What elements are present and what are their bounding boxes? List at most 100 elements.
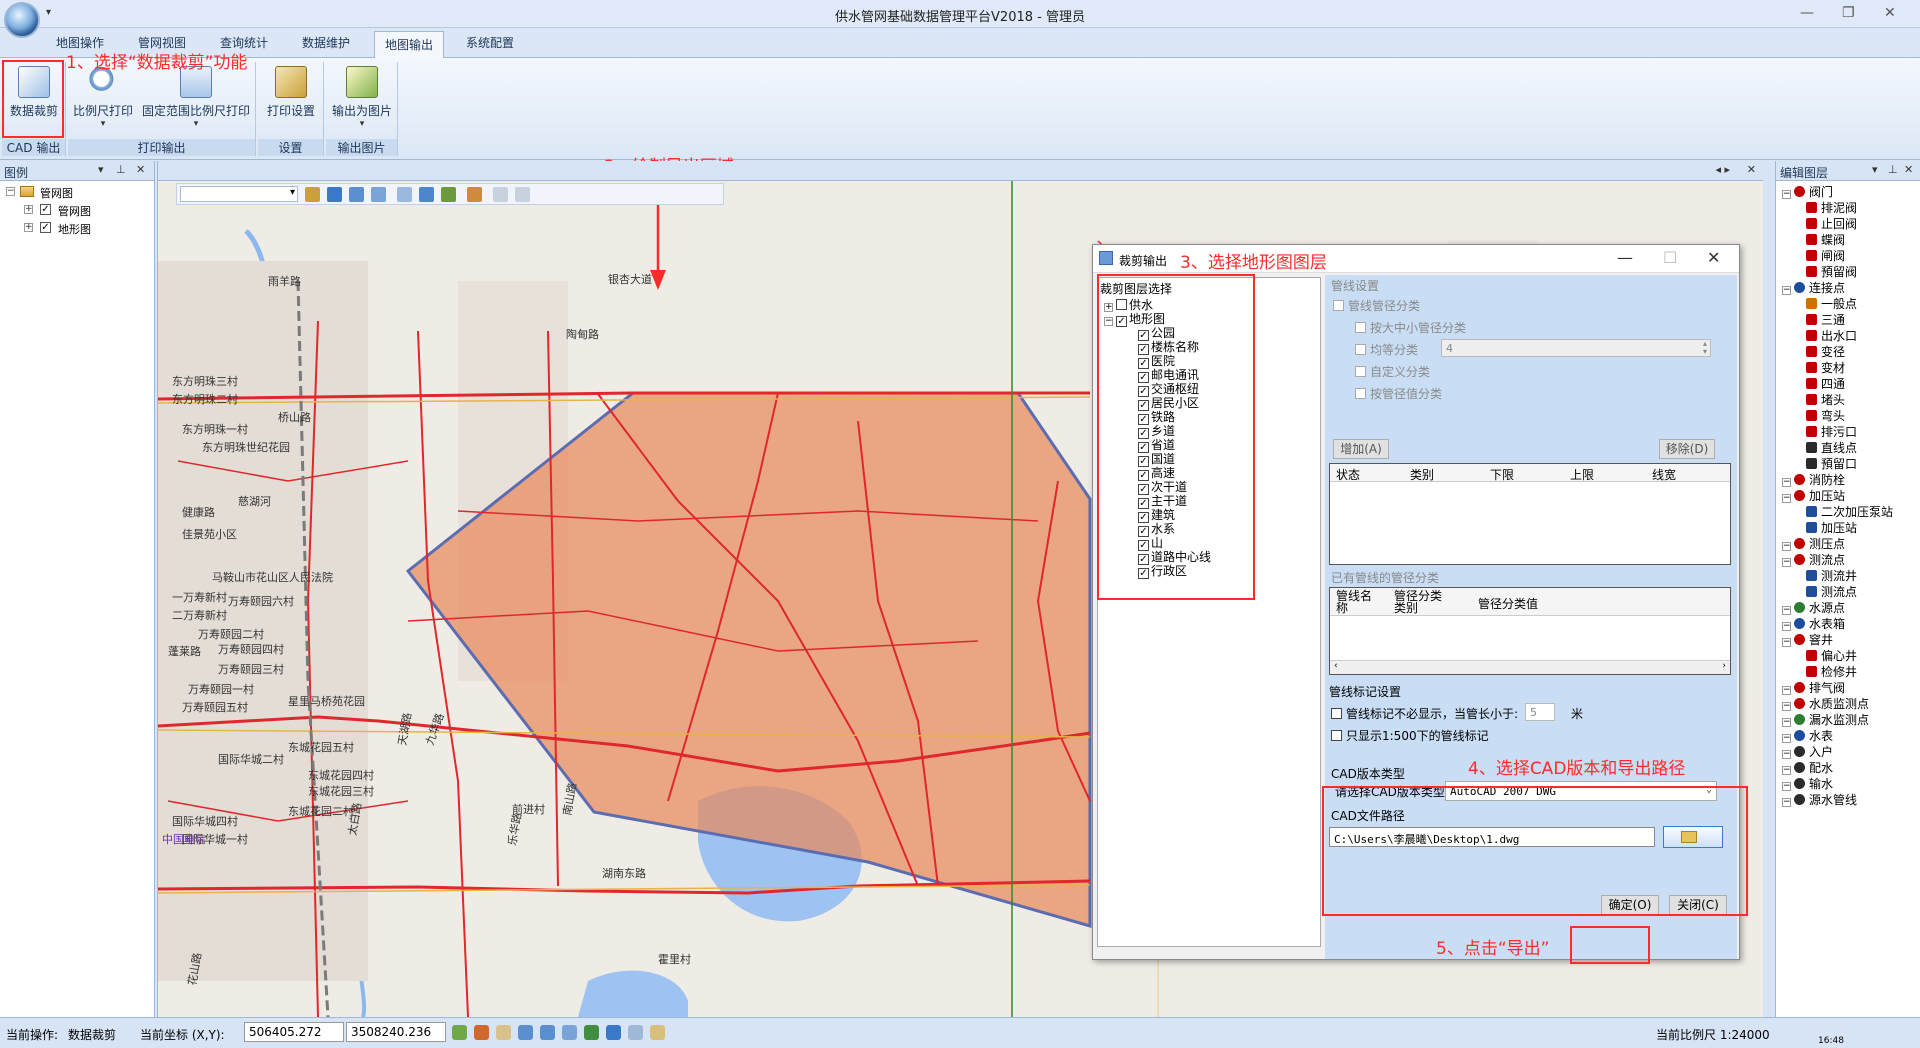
collapse-icon[interactable]: −	[1782, 718, 1791, 727]
collapse-icon[interactable]: −	[1782, 558, 1791, 567]
edit-layer-item[interactable]: − 入户	[1782, 743, 1833, 759]
edit-layer-item[interactable]: − 漏水监测点	[1782, 711, 1869, 727]
pin-icon[interactable]: ⊥	[116, 163, 126, 176]
edit-layer-item[interactable]: 检修井	[1806, 663, 1857, 679]
panel-menu-icon[interactable]: ▾	[1872, 163, 1878, 176]
print-settings-button[interactable]: 打印设置	[262, 66, 320, 119]
edit-layer-item[interactable]: 排泥阀	[1806, 199, 1857, 215]
scale-print-button[interactable]: 比例尺打印 ▾	[70, 66, 136, 129]
edit-layer-item[interactable]: 变材	[1806, 359, 1845, 375]
edit-layer-item[interactable]: 测流点	[1806, 583, 1857, 599]
edit-layer-item[interactable]: 預留阀	[1806, 263, 1857, 279]
add-button[interactable]: 增加(A)	[1333, 439, 1389, 459]
map-layer-combo[interactable]: ▾	[180, 186, 298, 202]
edit-layer-item[interactable]: 加压站	[1806, 519, 1857, 535]
edit-layer-item[interactable]: − 水表	[1782, 727, 1833, 743]
collapse-icon[interactable]: −	[1782, 622, 1791, 631]
add-data-icon[interactable]	[305, 187, 320, 202]
collapse-icon[interactable]: −	[1782, 606, 1791, 615]
measure-icon[interactable]	[419, 187, 434, 202]
close-button[interactable]: ✕	[1884, 5, 1896, 21]
edit-layer-item[interactable]: 三通	[1806, 311, 1845, 327]
edit-layer-item[interactable]: 偏心井	[1806, 647, 1857, 663]
edit-layer-item[interactable]: 二次加压泵站	[1806, 503, 1893, 519]
redo-icon[interactable]	[515, 187, 530, 202]
fixed-scale-print-button[interactable]: 固定范围比例尺打印 ▾	[140, 66, 252, 129]
pan-hand-icon[interactable]	[496, 1025, 511, 1040]
existing-classify-grid[interactable]: 管线名称 管径分类类别 管径分类值 ‹ ›	[1329, 587, 1731, 675]
edit-layer-item[interactable]: − 排气阀	[1782, 679, 1845, 695]
hide-short-marks-checkbox[interactable]: 管线标记不必显示，当管长小于:	[1331, 705, 1518, 722]
minimize-button[interactable]: —	[1800, 5, 1814, 21]
collapse-icon[interactable]: −	[1782, 478, 1791, 487]
collapse-icon[interactable]: −	[1782, 782, 1791, 791]
edit-layer-item[interactable]: 闸阀	[1806, 247, 1845, 263]
edit-icon[interactable]	[441, 187, 456, 202]
scroll-tabs-icon[interactable]: ◂ ▸	[1715, 163, 1730, 176]
undo-icon[interactable]	[493, 187, 508, 202]
edit-layer-item[interactable]: − 水质监测点	[1782, 695, 1869, 711]
collapse-icon[interactable]: −	[1782, 686, 1791, 695]
edit-layer-item[interactable]: 堵头	[1806, 391, 1845, 407]
layer-tool-icon[interactable]	[452, 1025, 467, 1040]
horizontal-scrollbar[interactable]: ‹ ›	[1330, 660, 1730, 674]
panel-menu-icon[interactable]: ▾	[98, 163, 104, 176]
layer-checkbox[interactable]: ✓	[40, 204, 51, 215]
globe-icon[interactable]	[584, 1025, 599, 1040]
edit-layer-item[interactable]: 变径	[1806, 343, 1845, 359]
collapse-icon[interactable]: −	[1782, 734, 1791, 743]
expand-icon[interactable]: +	[24, 205, 33, 214]
collapse-icon[interactable]: −	[1782, 542, 1791, 551]
panel-close-icon[interactable]: ✕	[1904, 163, 1913, 176]
select-icon[interactable]	[327, 187, 342, 202]
equal-count-spinner[interactable]: 4 ▴ ▾	[1441, 339, 1711, 357]
edit-layer-item[interactable]: 蝶阀	[1806, 231, 1845, 247]
edit-layer-item[interactable]: − 窨井	[1782, 631, 1833, 647]
full-extent-icon[interactable]	[371, 187, 386, 202]
pin-icon[interactable]: ⊥	[1888, 163, 1898, 176]
edit-layer-item[interactable]: 弯头	[1806, 407, 1845, 423]
app-logo-icon[interactable]	[4, 2, 40, 38]
zoom-in-icon[interactable]	[518, 1025, 533, 1040]
panel-close-icon[interactable]: ✕	[136, 163, 145, 176]
tab-data-maintenance[interactable]: 数据维护	[302, 34, 350, 51]
classify-equal-radio[interactable]: 均等分类	[1355, 341, 1418, 358]
tab-map-output[interactable]: 地图输出	[374, 31, 445, 60]
edit-layer-item[interactable]: − 配水	[1782, 759, 1833, 775]
edit-layer-item[interactable]: 直线点	[1806, 439, 1857, 455]
expand-icon[interactable]: +	[24, 223, 33, 232]
legend-tree-item[interactable]: + ✓ 管网图	[0, 201, 154, 219]
classify-grid[interactable]: 状态 类别 下限 上限 线宽	[1329, 463, 1731, 565]
dialog-close-button[interactable]: ✕	[1707, 248, 1720, 267]
edit-layer-item[interactable]: − 加压站	[1782, 487, 1845, 503]
edit-layer-item[interactable]: − 测压点	[1782, 535, 1845, 551]
collapse-icon[interactable]: −	[1782, 190, 1791, 199]
edit-layer-item[interactable]: − 输水	[1782, 775, 1833, 791]
map-close-icon[interactable]: ✕	[1747, 163, 1756, 176]
collapse-icon[interactable]: −	[1782, 702, 1791, 711]
edit-layer-item[interactable]: 一般点	[1806, 295, 1857, 311]
edit-layer-item[interactable]: − 阀门	[1782, 183, 1833, 199]
min-length-input[interactable]: 5	[1525, 703, 1555, 721]
edit-layer-item[interactable]: 止回阀	[1806, 215, 1857, 231]
collapse-icon[interactable]: −	[1782, 798, 1791, 807]
refresh-icon[interactable]	[562, 1025, 577, 1040]
collapse-icon[interactable]: −	[1782, 286, 1791, 295]
show-500-marks-checkbox[interactable]: 只显示1:500下的管线标记	[1331, 727, 1489, 744]
edit-layer-item[interactable]: − 连接点	[1782, 279, 1845, 295]
dialog-minimize-button[interactable]: —	[1617, 248, 1633, 267]
edit-layer-item[interactable]: 預留口	[1806, 455, 1857, 471]
edit-layer-item[interactable]: − 消防栓	[1782, 471, 1845, 487]
classify-by-value-radio[interactable]: 按管径值分类	[1355, 385, 1442, 402]
edit-layer-item[interactable]: 四通	[1806, 375, 1845, 391]
edit-layer-item[interactable]: − 测流点	[1782, 551, 1845, 567]
export-image-button[interactable]: 输出为图片 ▾	[330, 66, 394, 129]
classify-by-size-radio[interactable]: 按大中小管径分类	[1355, 319, 1466, 336]
collapse-icon[interactable]: −	[1782, 494, 1791, 503]
legend-tree-item[interactable]: + ✓ 地形图	[0, 219, 154, 237]
identify-icon[interactable]	[349, 187, 364, 202]
forward-arrow-icon[interactable]	[628, 1025, 643, 1040]
edit-layer-item[interactable]: 排污口	[1806, 423, 1857, 439]
pipe-classify-checkbox[interactable]: 管线管径分类	[1333, 297, 1420, 314]
edit-layer-item[interactable]: 出水口	[1806, 327, 1857, 343]
